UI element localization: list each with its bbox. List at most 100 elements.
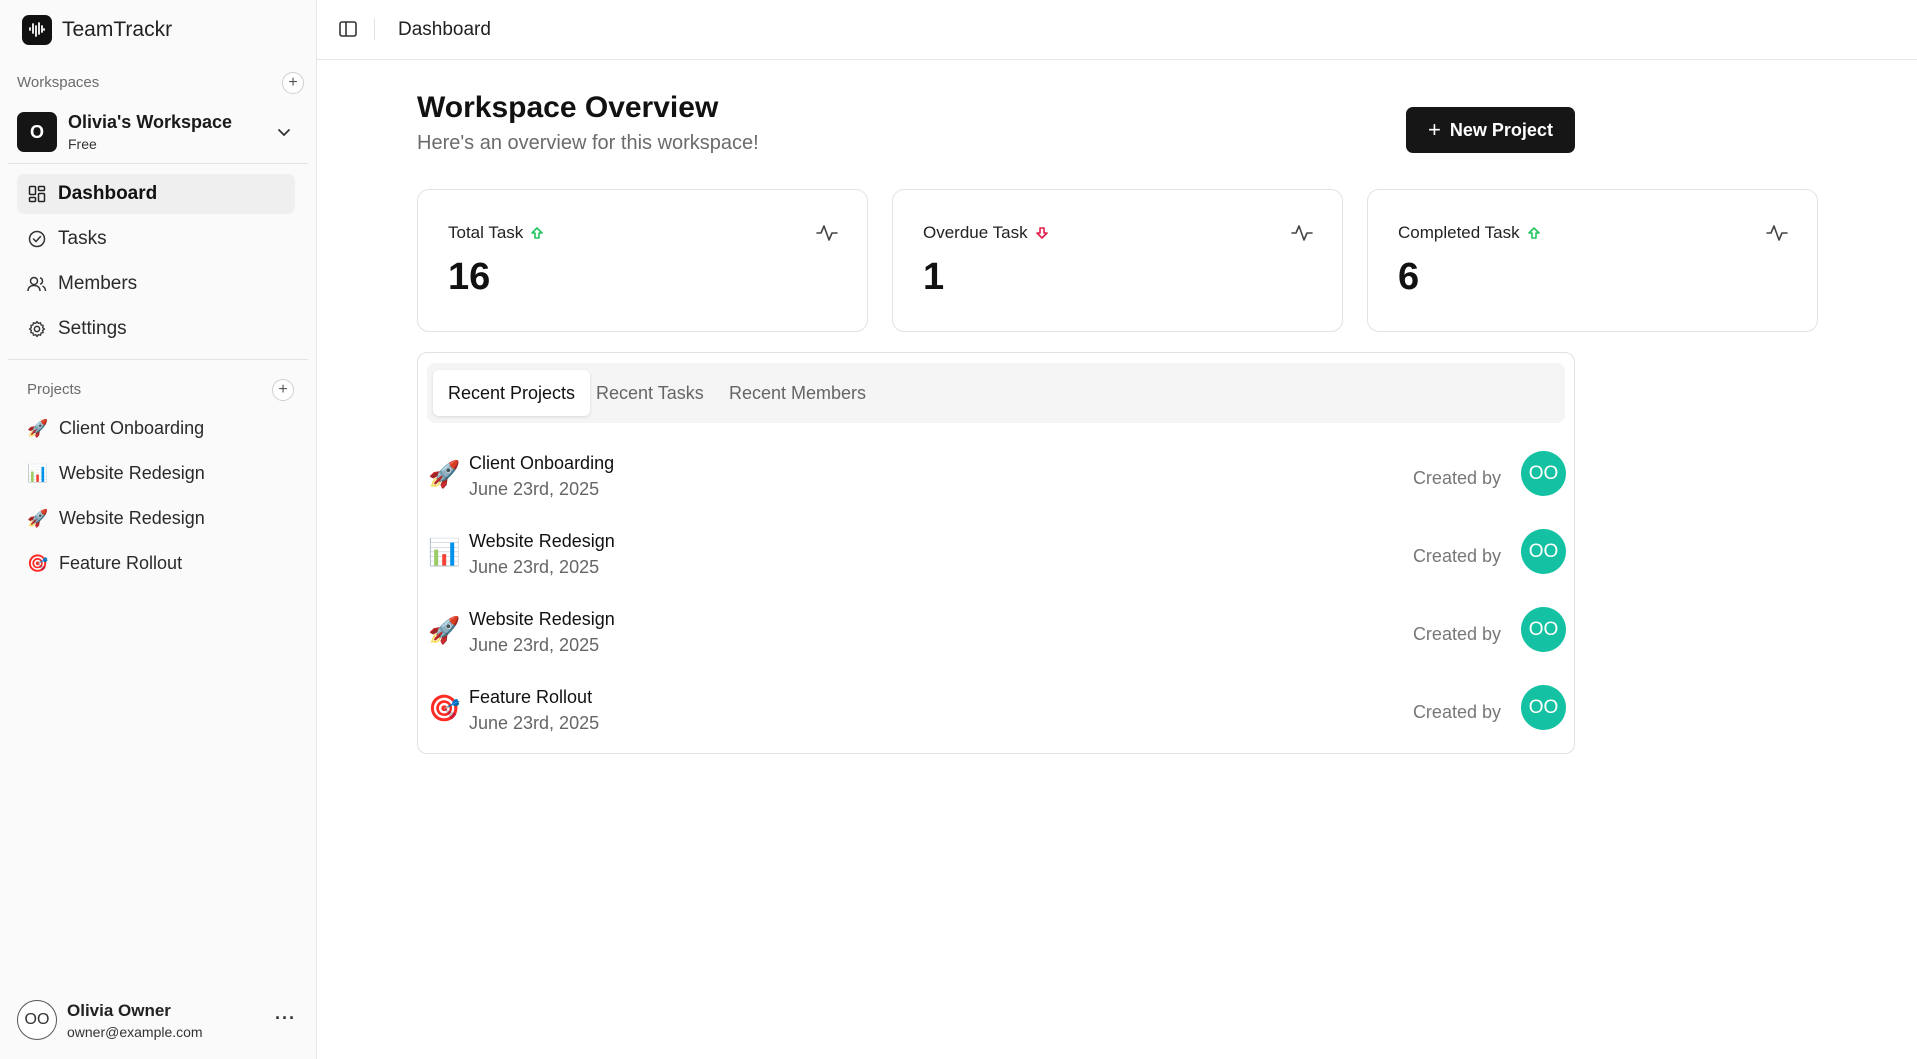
project-date: June 23rd, 2025 (469, 713, 600, 733)
bar-chart-icon: 📊 (27, 463, 49, 483)
workspace-avatar: O (17, 112, 57, 152)
sidebar: TeamTrackr Workspaces + O Olivia's Works… (0, 0, 317, 1059)
check-circle-icon (27, 229, 47, 249)
new-project-button[interactable]: + New Project (1406, 107, 1575, 153)
new-project-label: New Project (1449, 119, 1553, 140)
created-by-label: Created by (1412, 624, 1501, 644)
sidebar-item-label: Dashboard (58, 183, 158, 204)
target-icon: 🎯 (428, 693, 461, 723)
gear-icon (27, 319, 47, 339)
project-name: Feature Rollout (469, 687, 593, 707)
project-name: Website Redesign (469, 531, 615, 551)
sidebar-item-label: Members (58, 273, 138, 294)
bar-chart-icon: 📊 (428, 537, 461, 567)
tab-recent-members[interactable]: Recent Members (714, 370, 881, 416)
breadcrumb: Dashboard (398, 19, 491, 40)
user-name: Olivia Owner (67, 1000, 171, 1020)
brand[interactable]: TeamTrackr (22, 15, 172, 45)
sidebar-divider (8, 359, 308, 360)
arrow-down-icon (1035, 226, 1049, 240)
sidebar-project-label: Feature Rollout (59, 553, 183, 573)
main-content: Dashboard Workspace Overview Here's an o… (317, 0, 1917, 1059)
page-subtitle: Here's an overview for this workspace! (417, 132, 759, 154)
sidebar-project-item[interactable]: 🚀 Client Onboarding (27, 418, 204, 439)
plus-icon: + (288, 74, 298, 91)
sidebar-project-label: Client Onboarding (59, 418, 205, 438)
topbar-divider (374, 18, 375, 40)
project-date: June 23rd, 2025 (469, 557, 600, 577)
sidebar-item-settings[interactable]: Settings (17, 309, 295, 349)
sidebar-toggle-icon[interactable] (338, 19, 358, 44)
arrow-up-icon (1527, 226, 1541, 240)
sidebar-item-members[interactable]: Members (17, 264, 295, 304)
rocket-icon: 🚀 (428, 615, 461, 645)
projects-label: Projects (27, 381, 82, 398)
stat-title: Total Task (448, 223, 524, 242)
add-workspace-button[interactable]: + (282, 72, 304, 94)
tab-list: Recent Projects Recent Tasks Recent Memb… (427, 363, 1565, 423)
created-by-label: Created by (1412, 546, 1501, 566)
sidebar-project-item[interactable]: 🚀 Website Redesign (27, 508, 205, 529)
list-item[interactable]: 📊 Website Redesign June 23rd, 2025 Creat… (428, 529, 1566, 589)
plus-icon: + (1428, 117, 1441, 142)
sidebar-item-label: Settings (58, 318, 127, 339)
users-icon (27, 274, 47, 294)
stat-title: Overdue Task (923, 223, 1028, 242)
created-by-label: Created by (1412, 702, 1501, 722)
created-by-label: Created by (1412, 468, 1501, 488)
workspaces-label: Workspaces (17, 74, 100, 91)
tab-recent-tasks[interactable]: Recent Tasks (581, 370, 719, 416)
plus-icon: + (278, 381, 288, 398)
list-item[interactable]: 🎯 Feature Rollout June 23rd, 2025 Create… (428, 685, 1566, 745)
workspace-switcher[interactable]: O Olivia's Workspace Free (17, 111, 299, 153)
sidebar-divider (8, 163, 308, 164)
stat-value: 16 (448, 256, 491, 298)
workspace-name: Olivia's Workspace (68, 112, 233, 132)
activity-icon (1766, 223, 1788, 248)
avatar: OO (1521, 451, 1566, 496)
project-name: Website Redesign (469, 609, 615, 629)
sidebar-item-label: Tasks (58, 228, 107, 249)
workspace-plan: Free (68, 136, 97, 152)
activity-icon (1291, 223, 1313, 248)
stat-card-completed: Completed Task 6 (1367, 189, 1818, 332)
stat-value: 6 (1398, 256, 1420, 298)
avatar: OO (17, 1000, 57, 1040)
sidebar-item-tasks[interactable]: Tasks (17, 219, 295, 259)
page-title: Workspace Overview (417, 91, 719, 124)
sidebar-project-item[interactable]: 🎯 Feature Rollout (27, 553, 182, 574)
add-project-button[interactable]: + (272, 379, 294, 401)
avatar: OO (1521, 529, 1566, 574)
brand-name: TeamTrackr (62, 18, 173, 41)
stat-card-overdue: Overdue Task 1 (892, 189, 1343, 332)
arrow-up-icon (530, 226, 544, 240)
avatar: OO (1521, 685, 1566, 730)
sidebar-project-label: Website Redesign (59, 463, 205, 483)
rocket-icon: 🚀 (428, 459, 461, 489)
sidebar-item-dashboard[interactable]: Dashboard (17, 174, 295, 214)
user-email: owner@example.com (67, 1023, 203, 1040)
stat-card-total: Total Task 16 (417, 189, 868, 332)
list-item[interactable]: 🚀 Website Redesign June 23rd, 2025 Creat… (428, 607, 1566, 667)
avatar: OO (1521, 607, 1566, 652)
rocket-icon: 🚀 (27, 508, 49, 528)
stat-value: 1 (923, 256, 945, 298)
list-item[interactable]: 🚀 Client Onboarding June 23rd, 2025 Crea… (428, 451, 1566, 511)
sidebar-project-label: Website Redesign (59, 508, 205, 528)
tab-recent-projects[interactable]: Recent Projects (433, 370, 591, 416)
brand-logo-icon (22, 15, 52, 45)
target-icon: 🎯 (27, 553, 49, 573)
more-icon[interactable]: ··· (275, 1008, 296, 1029)
topbar: Dashboard (317, 0, 1917, 60)
project-date: June 23rd, 2025 (469, 635, 600, 655)
user-menu[interactable]: OO Olivia Owner owner@example.com ··· (17, 998, 302, 1042)
sidebar-project-item[interactable]: 📊 Website Redesign (27, 463, 205, 484)
rocket-icon: 🚀 (27, 418, 49, 438)
chevron-down-icon (275, 123, 293, 146)
stat-title: Completed Task (1398, 223, 1520, 242)
dashboard-icon (27, 184, 47, 204)
project-name: Client Onboarding (469, 453, 615, 473)
recent-panel: Recent Projects Recent Tasks Recent Memb… (417, 352, 1575, 754)
app-root: TeamTrackr Workspaces + O Olivia's Works… (0, 0, 1917, 1059)
project-date: June 23rd, 2025 (469, 479, 600, 499)
